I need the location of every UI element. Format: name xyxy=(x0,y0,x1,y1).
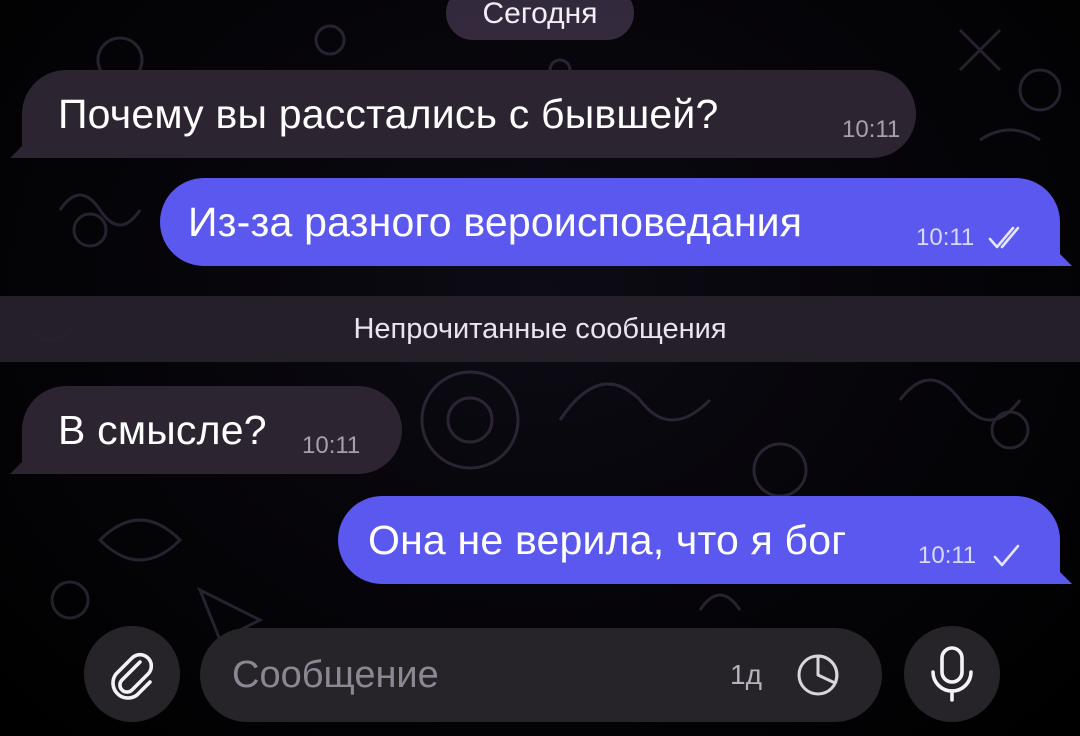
message-bubble-outgoing[interactable]: Из-за разного вероисповедания 10:11 xyxy=(160,178,1072,266)
message-bubble-incoming[interactable]: Почему вы расстались с бывшей? 10:11 xyxy=(10,70,916,158)
bubble-tail xyxy=(1046,558,1072,584)
self-destruct-timer-label[interactable]: 1д xyxy=(730,628,762,722)
microphone-icon xyxy=(931,646,973,702)
message-time: 10:11 xyxy=(842,116,901,143)
message-text: Из-за разного вероисповедания xyxy=(188,198,803,245)
message-time: 10:11 xyxy=(916,224,975,251)
message-bubble-outgoing[interactable]: Она не верила, что я бог 10:11 xyxy=(338,496,1072,584)
single-check-icon xyxy=(993,544,1020,567)
bubble-tail xyxy=(10,448,36,474)
message-input-placeholder: Сообщение xyxy=(232,654,439,696)
self-destruct-timer-icon[interactable] xyxy=(794,651,842,699)
message-time: 10:11 xyxy=(918,542,977,569)
message-bubble-incoming[interactable]: В смысле? 10:11 xyxy=(10,386,402,474)
voice-record-button[interactable] xyxy=(904,626,1000,722)
chat-view: Сегодня Почему вы расстались с бывшей? 1… xyxy=(0,0,1080,736)
message-time: 10:11 xyxy=(302,432,361,459)
paperclip-icon xyxy=(111,652,154,700)
message-text: Почему вы расстались с бывшей? xyxy=(58,90,719,137)
bubble-tail xyxy=(1046,240,1072,266)
date-separator: Сегодня xyxy=(446,0,634,40)
double-check-icon xyxy=(988,226,1020,249)
message-text: Она не верила, что я бог xyxy=(368,516,847,563)
unread-messages-divider: Непрочитанные сообщения xyxy=(0,296,1080,362)
message-input[interactable]: Сообщение 1д xyxy=(200,628,882,722)
message-text: В смысле? xyxy=(58,406,267,453)
bubble-tail xyxy=(10,132,36,158)
attach-button[interactable] xyxy=(84,626,180,722)
